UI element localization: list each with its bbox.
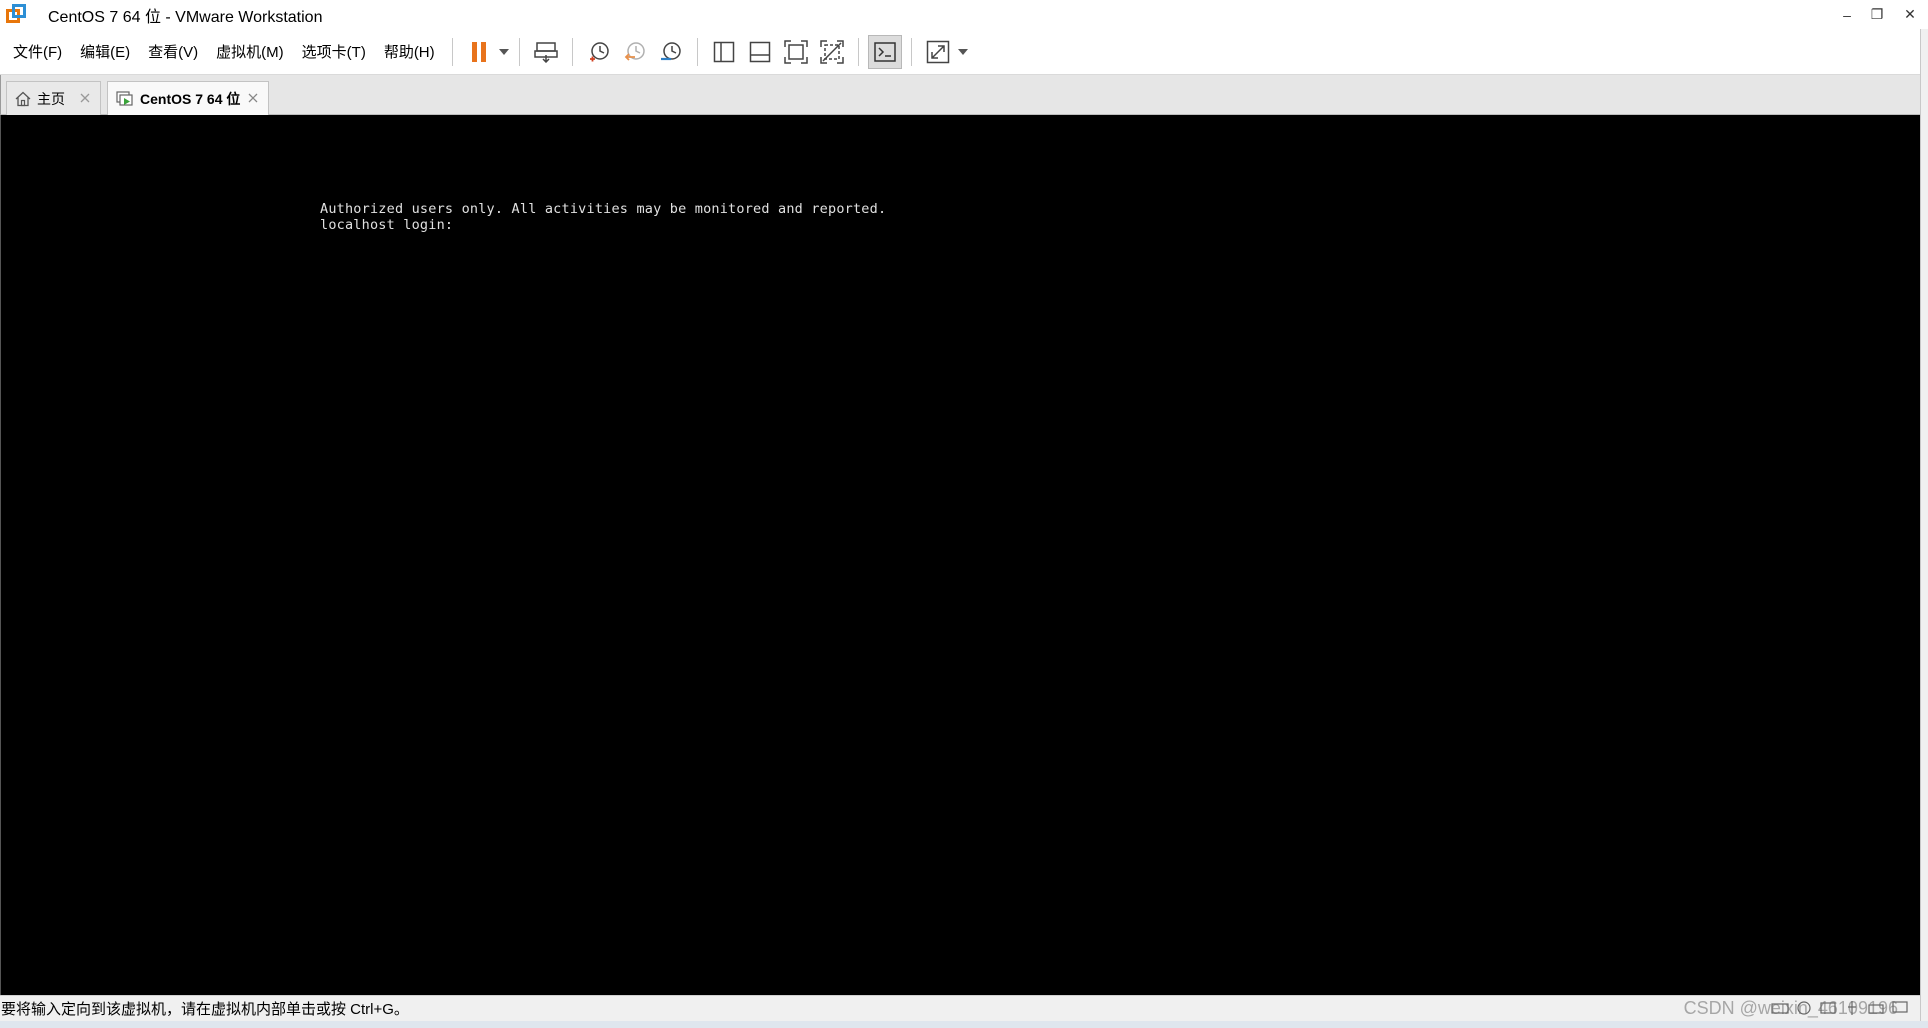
snapshot-take-icon	[589, 41, 609, 61]
display-icon[interactable]	[1890, 999, 1910, 1017]
full-screen-button[interactable]	[779, 35, 813, 69]
stretch-dropdown-button[interactable]	[956, 35, 970, 69]
show-library-button[interactable]	[707, 35, 741, 69]
power-dropdown-button[interactable]	[497, 35, 511, 69]
tab-centos[interactable]: CentOS 7 64 位	[107, 81, 269, 115]
status-hint: 要将输入定向到该虚拟机，请在虚拟机内部单击或按 Ctrl+G。	[1, 1001, 409, 1018]
home-icon	[15, 91, 31, 106]
menu-file[interactable]: 文件(F)	[4, 37, 71, 67]
vmware-logo-icon	[4, 3, 28, 27]
hard-disk-icon[interactable]	[1770, 999, 1790, 1017]
menu-vm[interactable]: 虚拟机(M)	[207, 37, 293, 67]
vm-console[interactable]: Authorized users only. All activities ma…	[0, 115, 1920, 995]
close-tab-icon[interactable]	[78, 91, 92, 105]
menu-toolbar: 文件(F) 编辑(E) 查看(V) 虚拟机(M) 选项卡(T) 帮助(H)	[0, 29, 1920, 75]
tab-centos-label: CentOS 7 64 位	[140, 90, 241, 107]
send-ctrl-alt-del-button[interactable]	[529, 35, 563, 69]
tab-home[interactable]: 主页	[6, 81, 101, 115]
menu-help[interactable]: 帮助(H)	[375, 37, 444, 67]
console-banner-text: Authorized users only. All activities ma…	[320, 201, 887, 217]
full-screen-icon	[783, 39, 808, 64]
snapshot-revert-icon	[624, 41, 645, 61]
status-bar: 要将输入定向到该虚拟机，请在虚拟机内部单击或按 Ctrl+G。 CSDN @we…	[0, 995, 1920, 1021]
title-bar: CentOS 7 64 位 - VMware Workstation – ❐ ✕	[0, 0, 1928, 29]
window-right-edge	[1920, 29, 1928, 1028]
window-controls: – ❐ ✕	[1832, 0, 1928, 29]
console-view-button[interactable]	[867, 34, 902, 69]
toolbar-separator	[857, 37, 859, 66]
console-login-prompt: localhost login:	[320, 217, 454, 233]
printer-icon[interactable]	[1866, 999, 1886, 1017]
unity-button[interactable]	[815, 35, 849, 69]
snapshot-manager-button[interactable]	[654, 35, 688, 69]
console-view-icon	[873, 41, 896, 62]
tab-bar: 主页 CentOS 7 64 位	[0, 75, 1920, 115]
toolbar-separator	[571, 37, 573, 66]
show-library-icon	[713, 41, 734, 62]
taskbar-edge	[0, 1021, 1928, 1028]
restore-button[interactable]: ❐	[1862, 0, 1892, 29]
stretch-button[interactable]	[921, 35, 955, 69]
show-thumbnail-button[interactable]	[743, 35, 777, 69]
minimize-button[interactable]: –	[1832, 0, 1862, 29]
close-tab-icon[interactable]	[246, 91, 260, 105]
menu-view[interactable]: 查看(V)	[139, 37, 207, 67]
snapshot-manager-icon	[660, 41, 681, 60]
toolbar-separator	[910, 37, 912, 66]
show-thumbnail-icon	[749, 41, 770, 62]
window-title: CentOS 7 64 位 - VMware Workstation	[48, 8, 323, 26]
stretch-icon	[926, 40, 949, 63]
tab-home-label: 主页	[37, 90, 65, 107]
close-window-button[interactable]: ✕	[1892, 0, 1928, 29]
chevron-down-icon	[957, 48, 968, 55]
close-icon: ✕	[1904, 6, 1916, 22]
network-adapter-icon[interactable]	[1818, 999, 1838, 1017]
pause-icon	[471, 41, 486, 62]
menu-tabs[interactable]: 选项卡(T)	[293, 37, 375, 67]
toolbar-separator	[696, 37, 698, 66]
send-ctrl-alt-del-icon	[533, 41, 558, 63]
take-snapshot-button[interactable]	[582, 35, 616, 69]
device-status-icons	[1766, 999, 1910, 1017]
cd-dvd-icon[interactable]	[1794, 999, 1814, 1017]
toolbar-separator	[451, 37, 453, 66]
unity-icon	[819, 39, 844, 64]
pause-button[interactable]	[462, 35, 496, 69]
menu-edit[interactable]: 编辑(E)	[71, 37, 139, 67]
toolbar-separator	[518, 37, 520, 66]
vm-running-icon	[116, 90, 133, 106]
chevron-down-icon	[498, 48, 509, 55]
usb-icon[interactable]	[1842, 999, 1862, 1017]
revert-snapshot-button[interactable]	[618, 35, 652, 69]
